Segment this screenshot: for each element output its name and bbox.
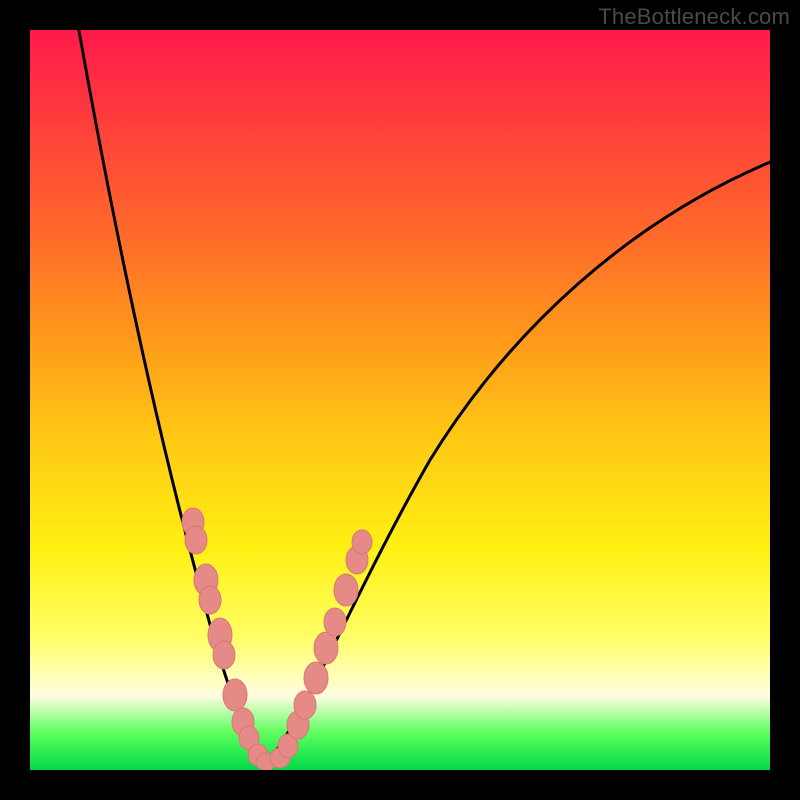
markers-right-group	[270, 530, 372, 768]
chart-plot-area	[30, 30, 770, 770]
curve-right	[265, 160, 770, 765]
watermark-text: TheBottleneck.com	[598, 4, 790, 30]
markers-left-group	[182, 508, 276, 770]
chart-svg	[30, 30, 770, 770]
chart-frame: TheBottleneck.com	[0, 0, 800, 800]
curve-left	[78, 30, 265, 765]
